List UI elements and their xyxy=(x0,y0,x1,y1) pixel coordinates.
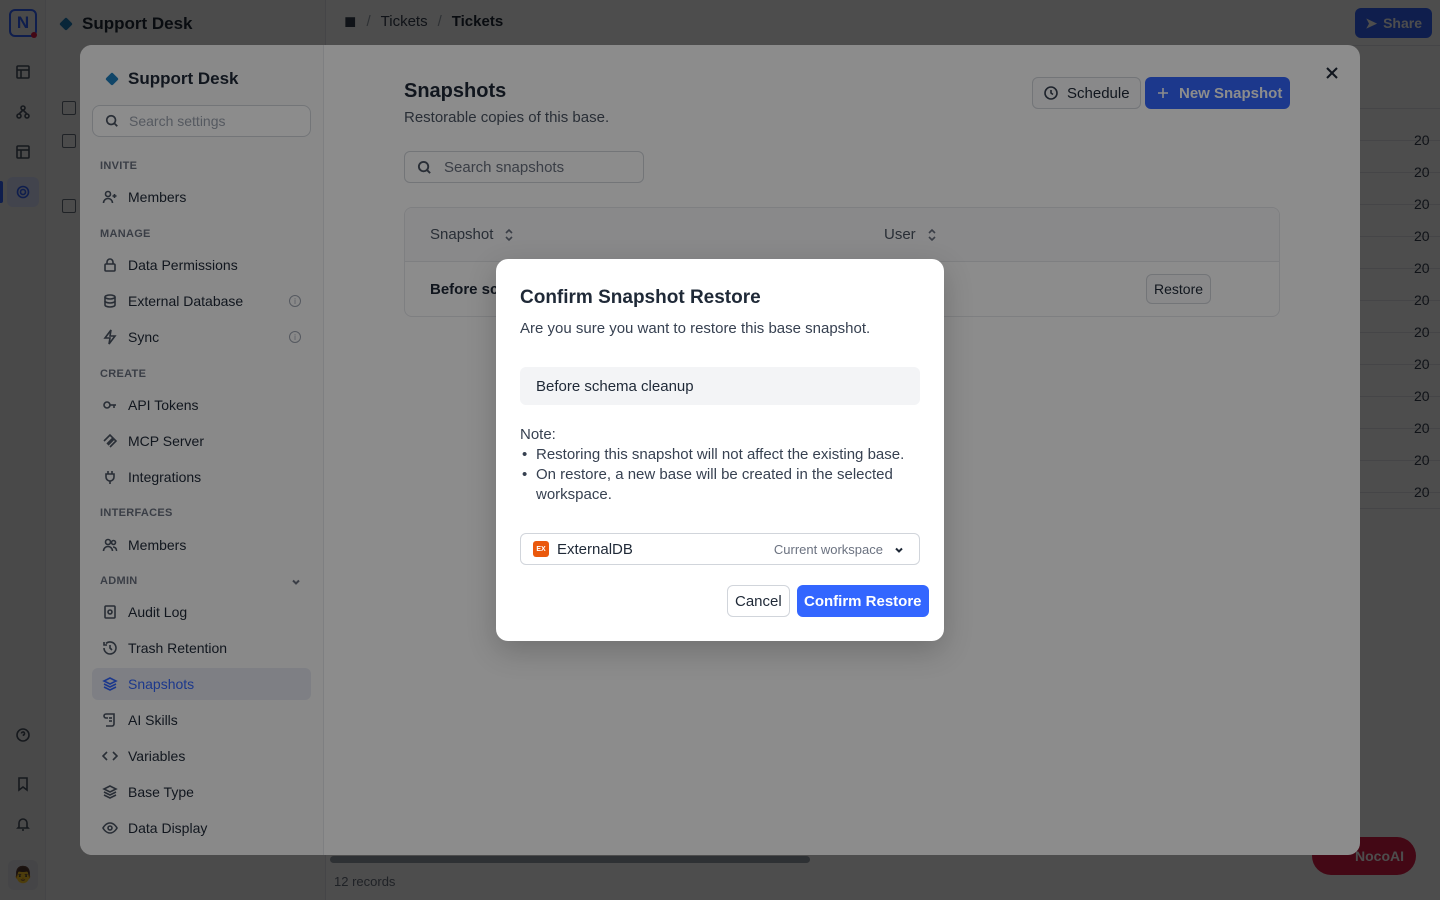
chevron-down-icon xyxy=(893,543,905,555)
dialog-description: Are you sure you want to restore this ba… xyxy=(520,320,871,337)
note-label: Note: xyxy=(520,426,556,443)
snapshot-name-field: Before schema cleanup xyxy=(520,367,920,405)
note-list: Restoring this snapshot will not affect … xyxy=(520,445,920,505)
note-item: On restore, a new base will be created i… xyxy=(520,465,920,505)
snapshot-name-value: Before schema cleanup xyxy=(536,377,694,395)
note-item: Restoring this snapshot will not affect … xyxy=(520,445,920,465)
dialog-title: Confirm Snapshot Restore xyxy=(520,287,761,308)
workspace-name: ExternalDB xyxy=(557,540,633,558)
workspace-hint: Current workspace xyxy=(773,542,883,557)
workspace-badge-icon: EX xyxy=(533,541,549,557)
confirm-restore-button[interactable]: Confirm Restore xyxy=(797,585,929,617)
cancel-button[interactable]: Cancel xyxy=(727,585,790,617)
confirm-restore-dialog: Confirm Snapshot Restore Are you sure yo… xyxy=(496,259,944,641)
workspace-select[interactable]: EX ExternalDB Current workspace xyxy=(520,533,920,565)
